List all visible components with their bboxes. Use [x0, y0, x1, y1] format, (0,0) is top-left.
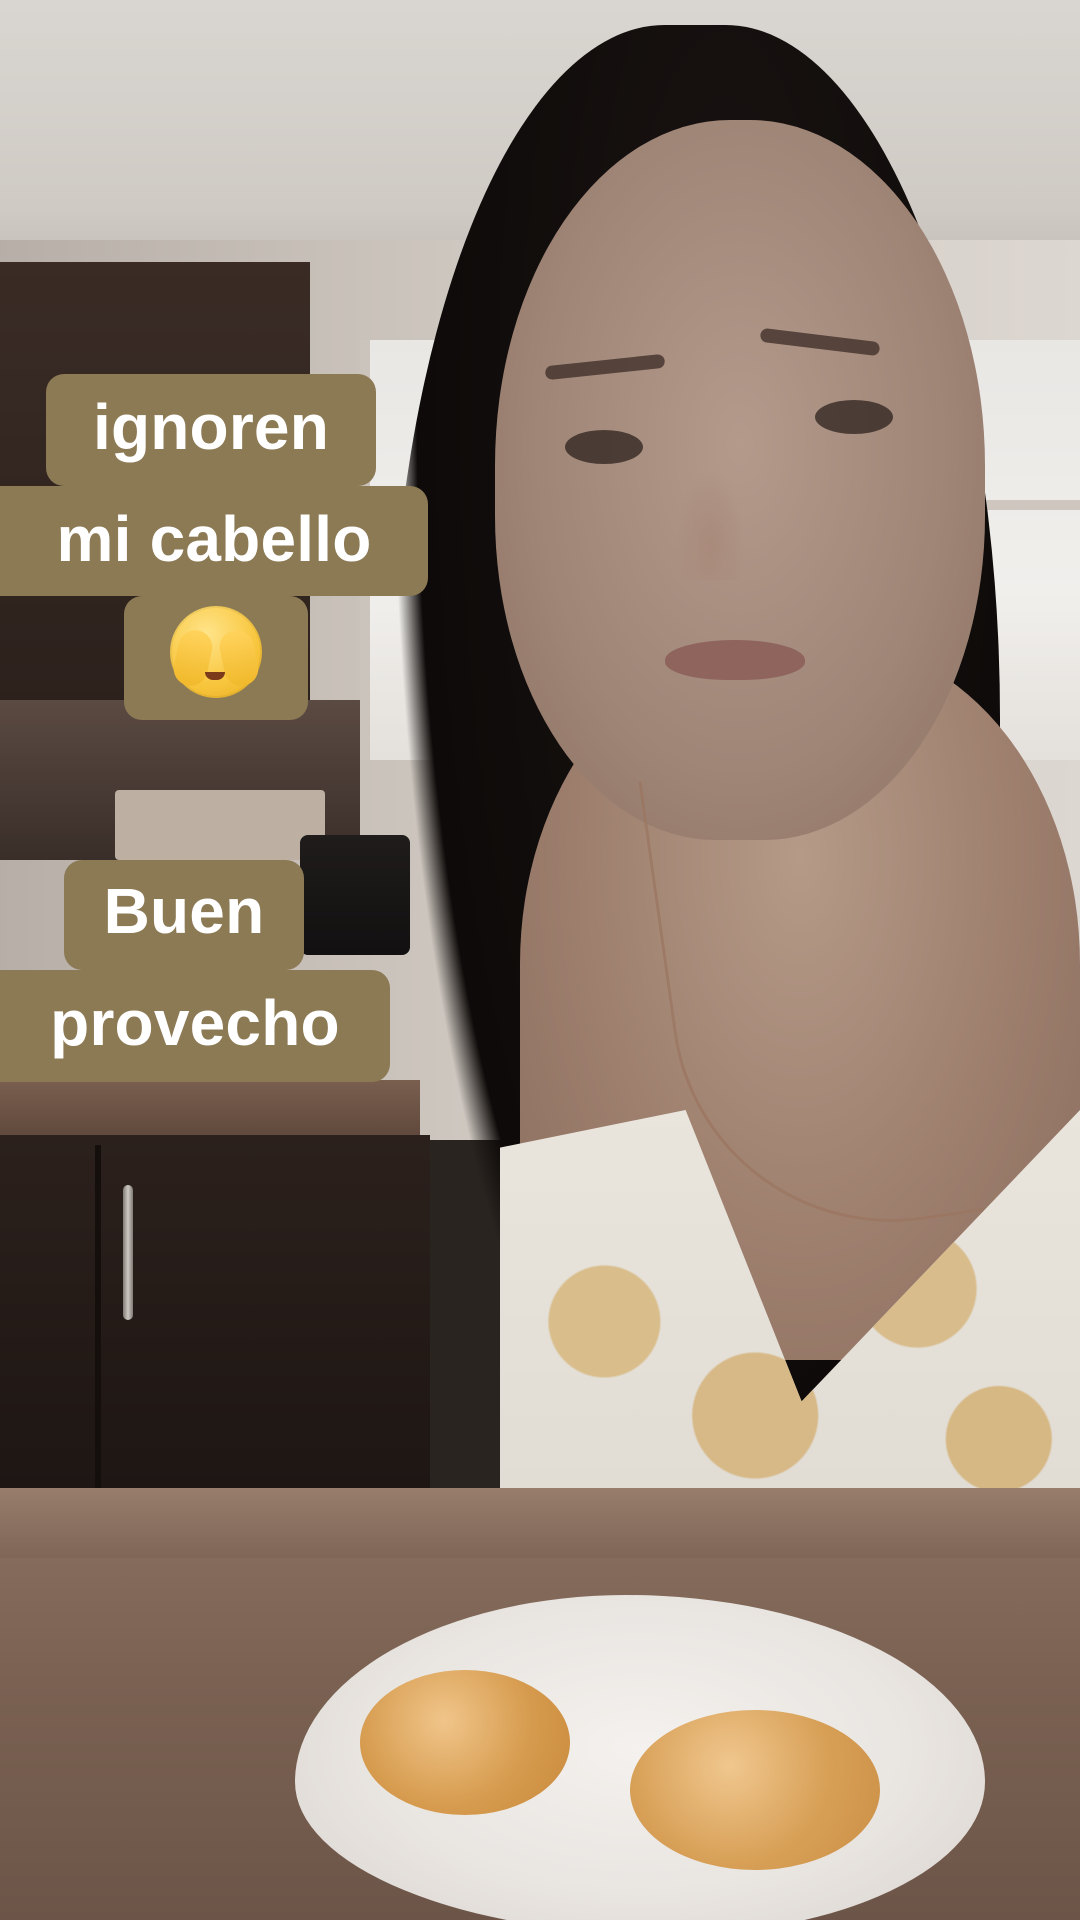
left-eye — [565, 430, 643, 464]
caption-2-line-1: Buen — [103, 875, 265, 947]
caption-2-line-2: provecho — [50, 987, 340, 1059]
lower-cabinet — [0, 1135, 430, 1535]
nose — [675, 470, 745, 580]
right-eye — [815, 400, 893, 434]
table-edge — [0, 1488, 1080, 1558]
egg-yolk-2 — [630, 1710, 880, 1870]
lips — [665, 640, 805, 680]
kitchen-counter — [0, 1080, 420, 1140]
storage-box — [115, 790, 325, 860]
egg-yolk-1 — [360, 1670, 570, 1815]
cabinet-handle — [123, 1185, 133, 1320]
caption-1-line-2: mi cabello — [56, 503, 372, 575]
caption-1-line-1: ignoren — [92, 391, 330, 463]
